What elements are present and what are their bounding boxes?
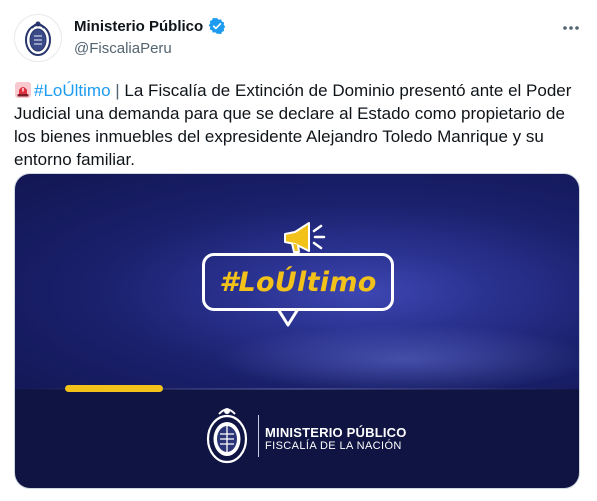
tweet-media-image[interactable]: #LoÚltimo MINISTERIO PÚBLICO FISCALÍA DE… bbox=[14, 173, 580, 489]
display-name[interactable]: Ministerio Público bbox=[74, 18, 203, 35]
hashtag-link[interactable]: #LoÚltimo bbox=[34, 81, 111, 100]
verified-badge-icon bbox=[208, 17, 226, 35]
ministerio-publico-emblem bbox=[206, 408, 248, 464]
text-separator: | bbox=[110, 81, 125, 100]
rotating-light-icon bbox=[15, 82, 31, 98]
media-glow bbox=[215, 324, 579, 394]
name-row: Ministerio Público bbox=[74, 17, 226, 35]
tweet-text: #LoÚltimo | La Fiscalía de Extinción de … bbox=[14, 79, 584, 171]
seal-icon bbox=[25, 21, 51, 56]
logo-title: MINISTERIO PÚBLICO bbox=[265, 425, 407, 440]
logo-subtitle: FISCALÍA DE LA NACIÓN bbox=[265, 440, 402, 452]
accent-bar bbox=[65, 385, 163, 392]
speech-bubble: #LoÚltimo bbox=[202, 253, 394, 311]
logo-separator bbox=[258, 415, 259, 457]
more-options-icon bbox=[563, 26, 579, 30]
speech-bubble-tail bbox=[277, 308, 299, 327]
avatar[interactable] bbox=[14, 14, 62, 62]
tweet-card: Ministerio Público @FiscaliaPeru #LoÚlti… bbox=[0, 0, 597, 501]
bubble-hashtag-text: #LoÚltimo bbox=[219, 266, 377, 298]
handle[interactable]: @FiscaliaPeru bbox=[74, 40, 172, 57]
more-options-button[interactable] bbox=[561, 18, 581, 38]
megaphone-icon bbox=[284, 222, 326, 253]
